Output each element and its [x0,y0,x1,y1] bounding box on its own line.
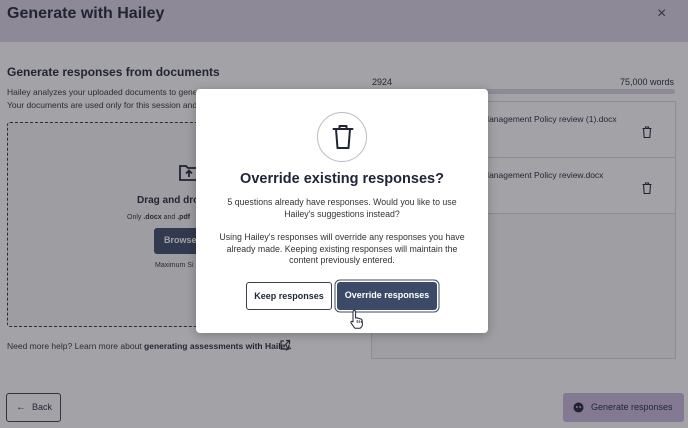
pointer-cursor-icon [350,310,363,329]
override-confirm-modal: Override existing responses? 5 questions… [196,89,488,333]
keep-responses-button[interactable]: Keep responses [246,282,332,310]
modal-title: Override existing responses? [240,171,444,187]
modal-warning: Using Hailey's responses will override a… [219,232,465,265]
trash-icon [332,125,354,149]
modal-icon-circle [317,112,367,162]
modal-question: 5 questions already have responses. Woul… [227,197,457,219]
override-responses-button[interactable]: Override responses [337,282,437,310]
